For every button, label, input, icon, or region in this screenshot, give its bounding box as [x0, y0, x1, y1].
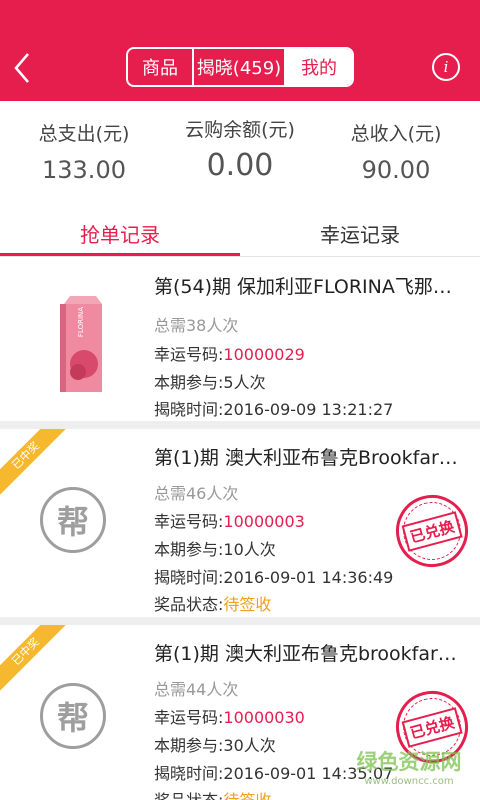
record-total-needed: 总需44人次 — [154, 680, 239, 699]
active-tab-indicator — [0, 253, 240, 256]
record-reveal-time: 揭晓时间:2016-09-01 14:36:49 — [154, 568, 394, 587]
record-lucky-number: 幸运号码:10000029 — [154, 341, 305, 365]
lucky-number-value: 10000029 — [223, 345, 305, 364]
record-prize-status: 奖品状态:待签收 — [154, 787, 271, 800]
record-title[interactable]: 第(1)期 澳大利亚布鲁克brookfar… — [154, 639, 470, 666]
record-list[interactable]: FLORINA 第(54)期 保加利亚FLORINA飞那… 总需38人次 幸运号… — [0, 258, 480, 800]
avatar: 帮 — [40, 487, 106, 553]
record-participation: 本期参与:30人次 — [154, 736, 276, 755]
segment-mine[interactable]: 我的 — [286, 49, 352, 85]
product-brand-text: FLORINA — [77, 307, 85, 337]
record-lucky-number: 幸运号码:10000030 — [154, 704, 305, 728]
account-summary: 总支出(元) 133.00 云购余额(元) 0.00 总收入(元) 90.00 — [0, 101, 480, 201]
summary-value: 0.00 — [206, 148, 274, 183]
summary-label: 总支出(元) — [38, 123, 130, 145]
segmented-control: 商品 揭晓(459) 我的 — [126, 47, 354, 87]
record-participation: 本期参与:5人次 — [154, 373, 266, 392]
app-header: 商品 揭晓(459) 我的 i — [0, 0, 480, 101]
prize-status-value: 待签收 — [223, 595, 272, 614]
summary-value: 90.00 — [361, 156, 431, 184]
list-item[interactable]: 已中奖 帮 第(1)期 澳大利亚布鲁克Brookfar… 总需46人次 幸运号码… — [0, 429, 480, 625]
lucky-number-value: 10000003 — [223, 512, 305, 531]
info-icon[interactable]: i — [432, 53, 460, 81]
record-reveal-time: 揭晓时间:2016-09-09 13:21:27 — [154, 400, 394, 419]
record-prize-status: 奖品状态:待签收 — [154, 591, 271, 615]
chevron-left-icon — [14, 53, 29, 83]
summary-balance: 云购余额(元) 0.00 — [174, 101, 306, 183]
summary-value: 133.00 — [42, 156, 126, 184]
summary-total-income: 总收入(元) 90.00 — [334, 101, 458, 184]
lucky-number-label: 幸运号码: — [154, 345, 224, 364]
record-total-needed: 总需38人次 — [154, 316, 239, 335]
lucky-number-value: 10000030 — [223, 708, 305, 727]
record-title[interactable]: 第(54)期 保加利亚FLORINA飞那… — [154, 272, 470, 299]
summary-label: 云购余额(元) — [185, 119, 295, 141]
tab-lucky-records[interactable]: 幸运记录 — [240, 209, 480, 257]
product-image: FLORINA — [60, 296, 102, 392]
winner-ribbon: 已中奖 — [0, 429, 67, 497]
segment-products[interactable]: 商品 — [128, 49, 194, 85]
record-lucky-number: 幸运号码:10000003 — [154, 508, 305, 532]
avatar: 帮 — [40, 683, 106, 749]
record-tabs: 抢单记录 幸运记录 — [0, 209, 480, 257]
winner-ribbon: 已中奖 — [0, 625, 67, 693]
summary-label: 总收入(元) — [350, 123, 442, 145]
watermark: 绿色资源网 www.downcc.com — [344, 746, 474, 796]
prize-status-label: 奖品状态: — [154, 595, 224, 614]
stamp-label: 已兑换 — [401, 706, 463, 748]
lucky-number-label: 幸运号码: — [154, 512, 224, 531]
redeemed-stamp: 已兑换 — [387, 486, 477, 576]
lucky-number-label: 幸运号码: — [154, 708, 224, 727]
record-title[interactable]: 第(1)期 澳大利亚布鲁克Brookfar… — [154, 443, 470, 470]
tab-order-records[interactable]: 抢单记录 — [0, 209, 240, 257]
list-item[interactable]: FLORINA 第(54)期 保加利亚FLORINA飞那… 总需38人次 幸运号… — [0, 258, 480, 429]
record-total-needed: 总需46人次 — [154, 484, 239, 503]
stamp-ring: 已兑换 — [396, 495, 468, 567]
segment-revealed[interactable]: 揭晓(459) — [194, 49, 286, 85]
watermark-url: www.downcc.com — [364, 776, 454, 787]
prize-status-value: 待签收 — [223, 791, 271, 800]
prize-status-label: 奖品状态: — [154, 791, 223, 800]
watermark-text: 绿色资源网 — [356, 750, 462, 774]
record-participation: 本期参与:10人次 — [154, 540, 276, 559]
stamp-label: 已兑换 — [401, 510, 463, 552]
summary-total-spent: 总支出(元) 133.00 — [22, 101, 146, 184]
back-button[interactable] — [8, 50, 38, 86]
